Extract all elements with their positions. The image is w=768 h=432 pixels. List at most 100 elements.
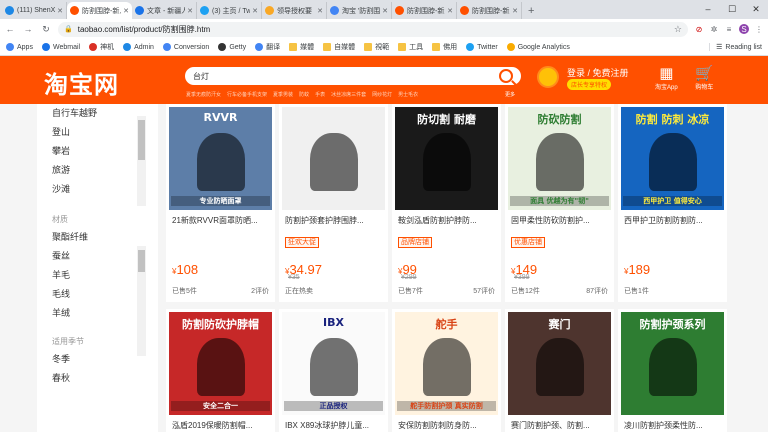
- product-title[interactable]: 西甲护卫防割防割防...: [618, 215, 727, 226]
- product-card[interactable]: IBX 正品授权 IBX X89冰球护脖儿童...: [279, 309, 388, 432]
- product-title[interactable]: 凌川防割护颈柔性防...: [618, 420, 727, 431]
- product-title[interactable]: 赛门防割护颈、防割...: [505, 420, 614, 431]
- review-count[interactable]: 87评价: [586, 286, 608, 296]
- bookmark-item[interactable]: Apps: [6, 43, 33, 51]
- product-card[interactable]: 防割护颈套护脖围脖... 狂欢大促 ¥34.97 ¥35 正在热卖: [279, 104, 388, 302]
- browser-tab[interactable]: 防割围脖-新人✕: [392, 2, 457, 19]
- filter-scrollbar[interactable]: [137, 116, 146, 206]
- hot-word-link[interactable]: 冰丝凉席三件套: [331, 91, 366, 98]
- product-title[interactable]: 防割护颈套护脖围脖...: [279, 215, 388, 226]
- product-image[interactable]: 防割 防刺 冰凉 西甲护卫 值得安心: [621, 107, 724, 210]
- bookmark-item[interactable]: 翻译: [255, 42, 280, 52]
- hot-word-link[interactable]: 防蚊: [299, 91, 309, 98]
- bookmark-item[interactable]: Getty: [218, 43, 246, 51]
- browser-tab[interactable]: 文章 - 新疆人 ✕: [132, 2, 197, 19]
- bookmark-item[interactable]: Admin: [123, 43, 154, 51]
- browser-tab[interactable]: 淘宝 '防割围 ✕: [327, 2, 392, 19]
- browser-tab[interactable]: 防割围脖-新人 ✕: [67, 2, 132, 19]
- search-icon[interactable]: [499, 69, 513, 83]
- product-image[interactable]: 防割护颈系列: [621, 312, 724, 415]
- product-title[interactable]: IBX X89冰球护脖儿童...: [279, 420, 388, 431]
- bookmark-item[interactable]: Google Analytics: [506, 43, 570, 51]
- product-card[interactable]: 舵手 舵手防割护颈 真实防割安保防割防刺防身防...: [392, 309, 501, 432]
- tab-close-icon[interactable]: ✕: [57, 7, 63, 15]
- maximize-icon[interactable]: ☐: [720, 0, 744, 19]
- review-count[interactable]: 2评价: [251, 286, 269, 296]
- hot-word-link[interactable]: 行车必备手机支架: [227, 91, 267, 98]
- hot-word-link[interactable]: 男士毛衣: [398, 91, 418, 98]
- product-card[interactable]: RVVR 专业防晒面罩 21新款RVVR面罩防晒... ¥108 已售5件 2评价: [166, 104, 275, 302]
- product-title[interactable]: 安保防割防刺防身防...: [392, 420, 501, 431]
- bookmark-item[interactable]: Conversion: [162, 43, 209, 51]
- reading-list-button[interactable]: ☰ Reading list: [709, 43, 762, 51]
- product-card[interactable]: 防割 防刺 冰凉 西甲护卫 值得安心 西甲护卫防割防割防... ¥189 已售1件: [618, 104, 727, 302]
- product-card[interactable]: 防割防砍护脖帽 安全二合一泓盾2019保暖防割帽...: [166, 309, 275, 432]
- new-tab-button[interactable]: +: [522, 2, 540, 19]
- profile-avatar[interactable]: S: [739, 24, 749, 34]
- extension-icon[interactable]: ⊘: [694, 24, 704, 34]
- tab-close-icon[interactable]: ✕: [187, 7, 193, 15]
- product-image[interactable]: RVVR 专业防晒面罩: [169, 107, 272, 210]
- browser-tab[interactable]: 防割围脖-新人✕: [457, 2, 522, 19]
- product-title[interactable]: 鞍剑泓盾防割护脖防...: [392, 215, 501, 226]
- tab-close-icon[interactable]: ✕: [317, 7, 323, 15]
- product-image[interactable]: 防割防砍护脖帽 安全二合一: [169, 312, 272, 415]
- sidebar-toggle-icon[interactable]: ≡: [724, 24, 734, 34]
- tab-favicon-icon: [70, 6, 79, 15]
- tab-close-icon[interactable]: ✕: [512, 7, 518, 15]
- more-link[interactable]: 更多: [505, 91, 515, 98]
- bookmark-item[interactable]: 工具: [398, 42, 423, 52]
- review-count[interactable]: 57评价: [473, 286, 495, 296]
- product-title[interactable]: 21新款RVVR面罩防晒...: [166, 215, 275, 226]
- taobao-logo[interactable]: 淘宝网: [44, 65, 119, 100]
- bookmark-star-icon[interactable]: ☆: [674, 24, 682, 35]
- product-image[interactable]: [282, 107, 385, 210]
- product-image[interactable]: 赛门: [508, 312, 611, 415]
- bookmark-item[interactable]: Webmail: [41, 43, 80, 51]
- product-image[interactable]: 防砍防割 面具 优越为有"韧": [508, 107, 611, 210]
- menu-icon[interactable]: ⋮: [754, 24, 764, 34]
- filter-option[interactable]: 聚酯纤维: [52, 228, 158, 247]
- bookmark-item[interactable]: 佛用: [432, 42, 457, 52]
- search-input[interactable]: [193, 71, 499, 81]
- product-card[interactable]: 防割护颈系列凌川防割护颈柔性防...: [618, 309, 727, 432]
- filter-scrollbar[interactable]: [137, 246, 146, 356]
- product-image[interactable]: 舵手 舵手防割护颈 真实防割: [395, 312, 498, 415]
- vip-tag[interactable]: 店长专享特权: [567, 79, 612, 90]
- forward-icon[interactable]: →: [22, 24, 34, 34]
- product-image[interactable]: IBX 正品授权: [282, 312, 385, 415]
- reload-icon[interactable]: ↻: [40, 24, 52, 35]
- url-bar[interactable]: 🔒 taobao.com/list/product/防割围脖.htm ☆: [58, 21, 688, 37]
- filter-option[interactable]: 春秋: [52, 369, 158, 388]
- puzzle-icon[interactable]: ✲: [709, 24, 719, 34]
- taobao-app-button[interactable]: ▦ 淘宝App: [655, 66, 678, 92]
- login-register-link[interactable]: 登录 / 免费注册: [567, 66, 629, 79]
- browser-tab[interactable]: (111) ShenXun✕: [2, 2, 67, 19]
- close-window-icon[interactable]: ✕: [744, 0, 768, 19]
- bookmark-item[interactable]: 媒體: [289, 42, 314, 52]
- tab-close-icon[interactable]: ✕: [382, 7, 388, 15]
- product-title[interactable]: 泓盾2019保暖防割帽...: [166, 420, 275, 431]
- product-title[interactable]: 固甲柔性防砍防割护...: [505, 215, 614, 226]
- tab-close-icon[interactable]: ✕: [252, 7, 258, 15]
- cart-button[interactable]: 🛒 购物车: [695, 66, 714, 92]
- bookmark-item[interactable]: 視範: [364, 42, 389, 52]
- bookmark-label: 工具: [409, 44, 424, 51]
- browser-tab[interactable]: (3) 主页 / Twit✕: [197, 2, 262, 19]
- product-image[interactable]: 防切割 耐磨: [395, 107, 498, 210]
- product-card[interactable]: 防砍防割 面具 优越为有"韧" 固甲柔性防砍防割护... 优惠店铺 ¥149 ¥399 已售…: [505, 104, 614, 302]
- product-card[interactable]: 赛门赛门防割护颈、防割...: [505, 309, 614, 432]
- minimize-icon[interactable]: –: [696, 0, 720, 19]
- tab-close-icon[interactable]: ✕: [447, 7, 453, 15]
- bookmark-item[interactable]: 自媒體: [323, 42, 355, 52]
- tab-close-icon[interactable]: ✕: [123, 7, 129, 15]
- bookmark-item[interactable]: Twitter: [466, 43, 498, 51]
- hot-word-link[interactable]: 夏季男装: [273, 91, 293, 98]
- back-icon[interactable]: ←: [4, 24, 16, 34]
- product-card[interactable]: 防切割 耐磨 鞍剑泓盾防割护脖防... 品牌店铺 ¥99 ¥299 已售7件 57评价: [392, 104, 501, 302]
- browser-tab[interactable]: 领导授权要 ✕: [262, 2, 327, 19]
- hot-word-link[interactable]: 网纱花灯: [372, 91, 392, 98]
- hot-word-link[interactable]: 手表: [315, 91, 325, 98]
- bookmark-item[interactable]: 神机: [89, 42, 114, 52]
- hot-word-link[interactable]: 夏季无痕防汗女: [186, 91, 221, 98]
